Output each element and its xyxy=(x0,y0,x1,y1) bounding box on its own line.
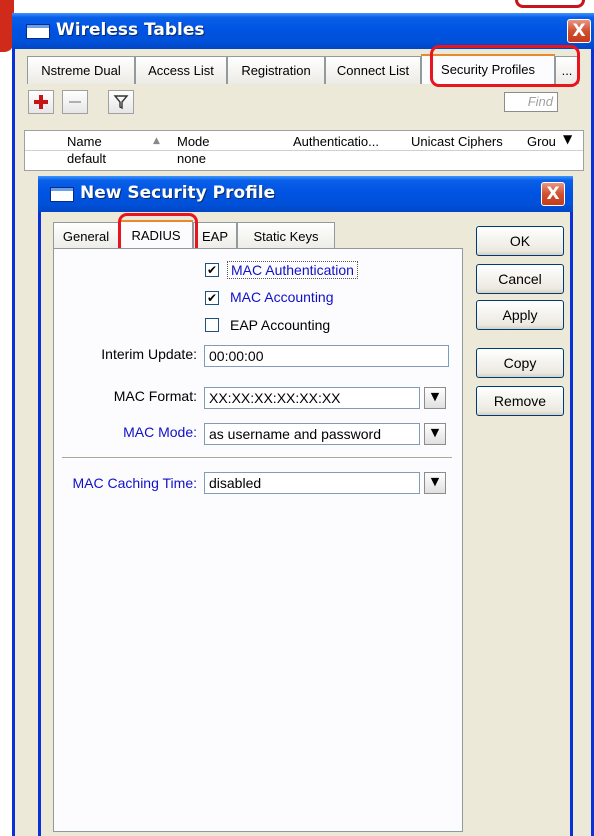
tab-eap[interactable]: EAP xyxy=(193,222,237,250)
mac-authentication-label[interactable]: MAC Authentication xyxy=(227,261,358,279)
filter-button[interactable] xyxy=(108,90,134,114)
dialog-title: New Security Profile xyxy=(80,183,276,203)
plus-icon xyxy=(34,95,48,109)
mac-authentication-checkbox[interactable]: ✔ xyxy=(205,263,219,277)
mac-accounting-label[interactable]: MAC Accounting xyxy=(230,289,334,305)
mac-caching-time-label: MAC Caching Time: xyxy=(72,475,197,491)
window-title: Wireless Tables xyxy=(56,20,205,40)
filter-icon xyxy=(113,95,129,110)
mac-format-label: MAC Format: xyxy=(113,388,197,404)
tab-connect-list[interactable]: Connect List xyxy=(325,56,421,84)
column-header-unicast-ciphers[interactable]: Unicast Ciphers xyxy=(411,134,503,149)
dialog-close-icon[interactable]: X xyxy=(541,182,565,206)
mac-caching-time-dropdown[interactable]: ▼ xyxy=(424,472,446,494)
background-decoration-right xyxy=(515,0,585,8)
security-profiles-table: Name ▲ Mode Authenticatio... Unicast Cip… xyxy=(24,130,584,171)
dialog-tab-bar: General RADIUS EAP Static Keys xyxy=(53,220,353,250)
mac-format-field[interactable]: XX:XX:XX:XX:XX:XX xyxy=(204,387,420,409)
window-icon xyxy=(26,24,50,39)
mac-mode-field[interactable]: as username and password xyxy=(204,423,420,445)
sort-icon: ▲ xyxy=(153,136,160,146)
mac-accounting-checkbox[interactable]: ✔ xyxy=(205,291,219,305)
minus-icon xyxy=(69,101,81,103)
eap-accounting-label[interactable]: EAP Accounting xyxy=(230,317,330,333)
dialog-window-icon xyxy=(50,187,74,202)
row-name[interactable]: default xyxy=(67,151,106,166)
column-header-authentication[interactable]: Authenticatio... xyxy=(293,134,379,149)
find-input[interactable]: Find xyxy=(504,92,558,112)
mac-format-dropdown[interactable]: ▼ xyxy=(424,387,446,409)
column-header-group[interactable]: Grou xyxy=(527,134,561,149)
panel-separator xyxy=(62,457,452,459)
add-button[interactable] xyxy=(28,90,54,114)
radius-panel xyxy=(53,248,463,832)
tab-general[interactable]: General xyxy=(53,222,119,250)
tab-access-list[interactable]: Access List xyxy=(135,56,227,84)
eap-accounting-checkbox[interactable] xyxy=(205,318,219,332)
tab-nstreme-dual[interactable]: Nstreme Dual xyxy=(27,56,135,84)
interim-update-field[interactable]: 00:00:00 xyxy=(204,345,449,367)
tab-security-profiles[interactable]: Security Profiles xyxy=(421,54,555,84)
column-menu-icon[interactable]: ▼ xyxy=(563,132,572,146)
copy-button[interactable]: Copy xyxy=(476,348,564,378)
apply-button[interactable]: Apply xyxy=(476,300,564,330)
mac-caching-time-field[interactable]: disabled xyxy=(204,472,420,494)
header-divider xyxy=(25,150,583,151)
dialog-titlebar[interactable]: New Security Profile X xyxy=(38,176,573,212)
cancel-button[interactable]: Cancel xyxy=(476,264,564,294)
mac-mode-label: MAC Mode: xyxy=(123,424,197,440)
row-mode[interactable]: none xyxy=(177,151,206,166)
column-header-name[interactable]: Name xyxy=(67,134,102,149)
wireless-tables-titlebar[interactable]: Wireless Tables X xyxy=(12,13,594,49)
outer-tab-bar: Nstreme Dual Access List Registration Co… xyxy=(27,54,592,86)
close-icon[interactable]: X xyxy=(567,19,591,43)
tab-static-keys[interactable]: Static Keys xyxy=(237,222,335,250)
mac-mode-dropdown[interactable]: ▼ xyxy=(424,423,446,445)
tab-registration[interactable]: Registration xyxy=(227,56,325,84)
ok-button[interactable]: OK xyxy=(476,226,564,256)
column-header-mode[interactable]: Mode xyxy=(177,134,210,149)
interim-update-label: Interim Update: xyxy=(101,346,197,362)
tab-more[interactable]: ... xyxy=(555,56,579,84)
tab-radius[interactable]: RADIUS xyxy=(119,220,193,250)
remove-button[interactable] xyxy=(62,90,88,114)
remove-profile-button[interactable]: Remove xyxy=(476,386,564,416)
